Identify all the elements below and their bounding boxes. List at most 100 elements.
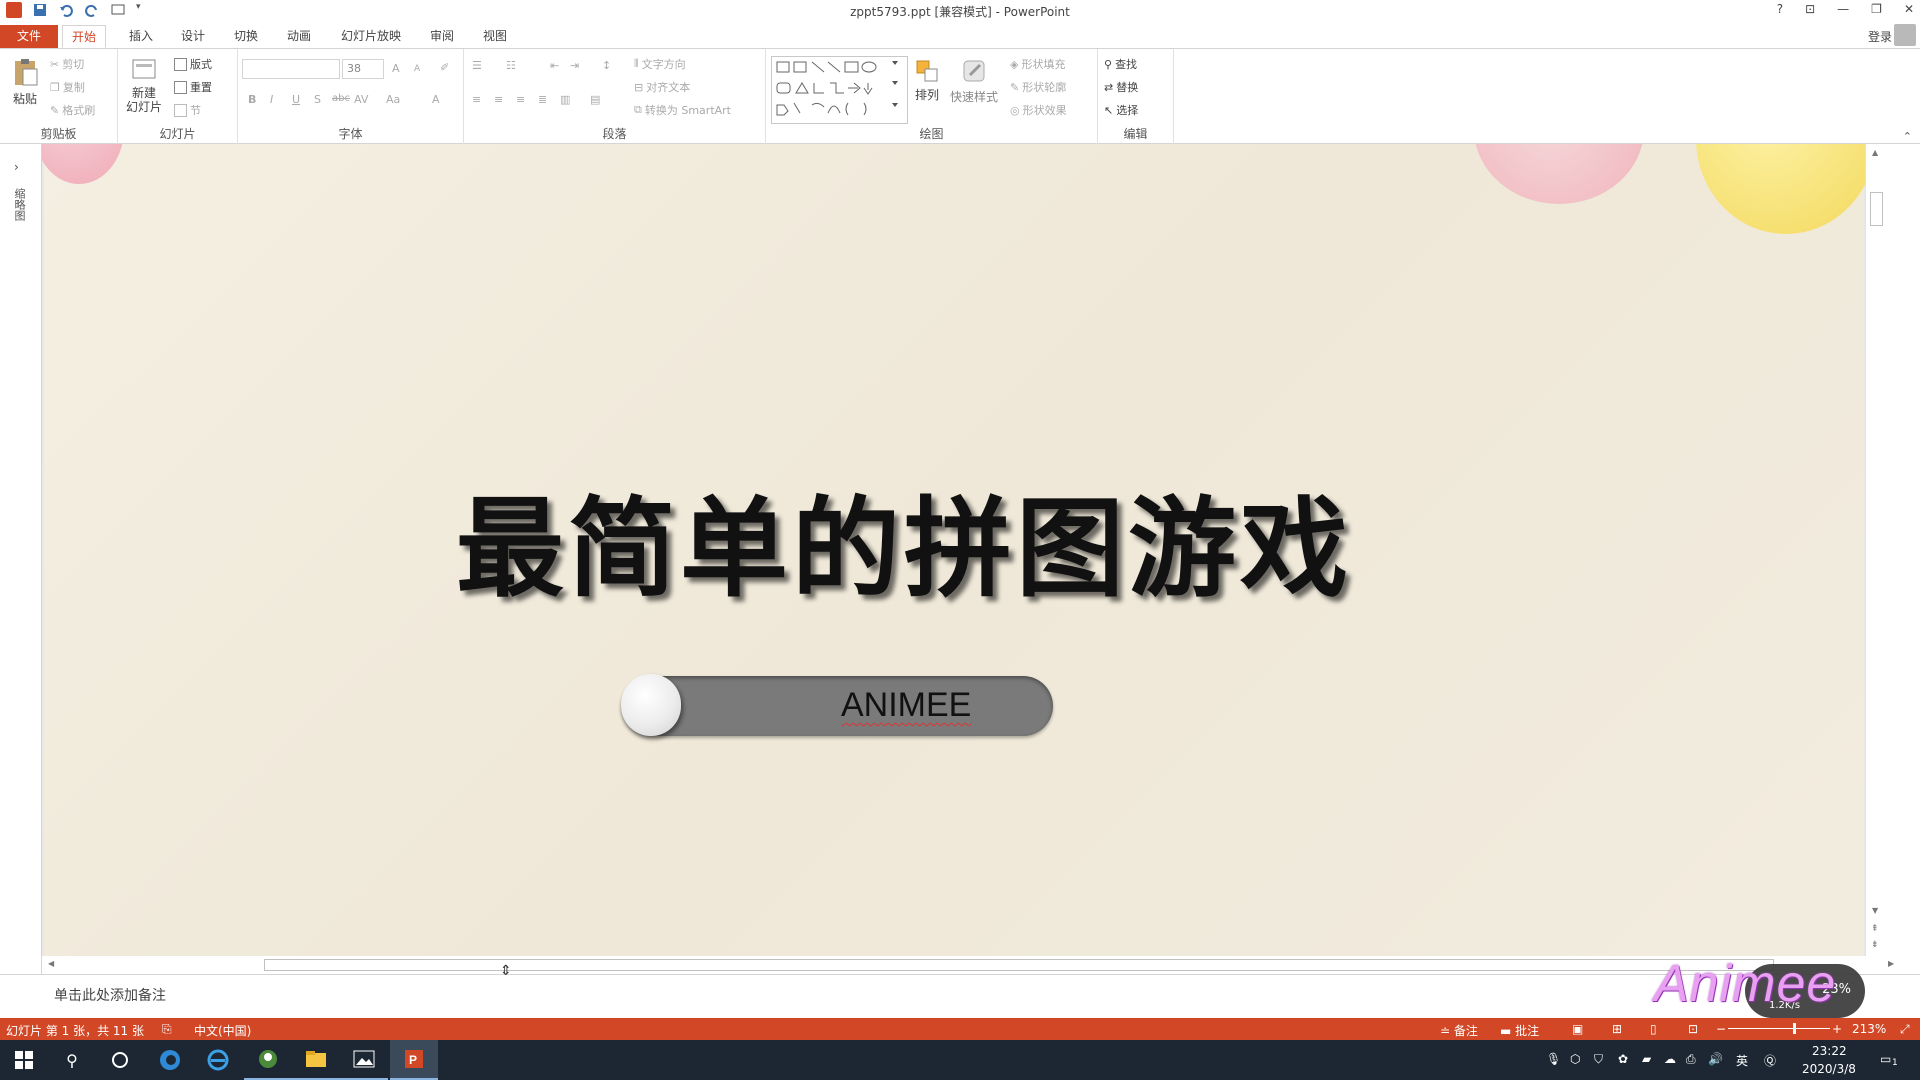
minimize-button[interactable]: — [1837, 2, 1849, 16]
bold-button[interactable]: B [248, 93, 256, 106]
scroll-up-icon[interactable]: ▲ [1872, 148, 1878, 157]
ribbon-display-icon[interactable]: ⊡ [1805, 2, 1815, 16]
slideshow-view-icon[interactable]: ⊡ [1688, 1022, 1698, 1036]
shape-outline-button[interactable]: ✎ 形状轮廓 [1010, 79, 1066, 95]
columns-icon[interactable]: ▤ [590, 93, 600, 106]
vertical-scroll-thumb[interactable] [1870, 192, 1883, 226]
tab-animations[interactable]: 动画 [278, 25, 320, 48]
bullets-icon[interactable]: ☰ [472, 59, 482, 72]
comments-toggle-button[interactable]: ▬ 批注 [1500, 1022, 1539, 1039]
find-button[interactable]: ⚲ 查找 [1104, 56, 1137, 72]
cut-button[interactable]: ✂ 剪切 [50, 56, 84, 72]
select-button[interactable]: ↖ 选择 [1104, 102, 1138, 118]
horizontal-scroll-thumb[interactable] [264, 959, 1774, 971]
tab-insert[interactable]: 插入 [120, 25, 162, 48]
microphone-icon[interactable]: 🎙 [1546, 1052, 1561, 1066]
language-indicator[interactable]: 中文(中国) [194, 1022, 251, 1039]
search-icon[interactable]: ⚲ [48, 1040, 96, 1080]
zoom-out-button[interactable]: − [1716, 1022, 1726, 1036]
zoom-level[interactable]: 213% [1852, 1022, 1886, 1036]
start-button[interactable] [0, 1040, 48, 1080]
format-painter-button[interactable]: ✎ 格式刷 [50, 102, 95, 118]
align-right-icon[interactable]: ≡ [516, 93, 525, 106]
shapes-gallery[interactable] [771, 56, 908, 124]
shield-icon[interactable]: ⛉ [1594, 1052, 1603, 1067]
shrink-font-button[interactable]: A [414, 64, 420, 74]
font-color-button[interactable]: A [432, 93, 440, 106]
nvidia-icon[interactable]: ▰ [1642, 1052, 1651, 1066]
spellcheck-icon[interactable]: ⎘ [162, 1022, 172, 1037]
previous-slide-icon[interactable]: ⇞ [1871, 924, 1879, 934]
tab-transitions[interactable]: 切换 [225, 25, 267, 48]
underline-button[interactable]: U [292, 93, 300, 106]
tray-app-icon[interactable]: ⬡ [1570, 1052, 1580, 1066]
tab-design[interactable]: 设计 [172, 25, 214, 48]
file-explorer-icon[interactable] [292, 1040, 340, 1080]
login-link[interactable]: 登录 [1868, 28, 1892, 45]
restore-button[interactable]: ❐ [1871, 2, 1882, 16]
notes-pane[interactable]: ⇕ 单击此处添加备注 [0, 963, 1920, 1018]
decrease-indent-icon[interactable]: ⇤ [550, 59, 559, 72]
notes-placeholder[interactable]: 单击此处添加备注 [54, 985, 166, 1005]
zoom-slider[interactable] [1728, 1028, 1830, 1029]
toggle-switch-track[interactable] [621, 676, 1053, 736]
slide-editor[interactable]: 最简单的拼图游戏 ANIMEE [42, 144, 1865, 956]
powerpoint-taskbar-icon[interactable]: P [390, 1040, 438, 1080]
vertical-scrollbar[interactable]: ▲ ▼ ⇞ ⇟ [1865, 144, 1887, 956]
replace-button[interactable]: ⇄ 替换 [1104, 79, 1138, 95]
photos-app-icon[interactable] [340, 1040, 388, 1080]
reset-button[interactable]: 重置 [174, 79, 212, 95]
tab-file[interactable]: 文件 [0, 25, 58, 48]
align-left-icon[interactable]: ≡ [472, 93, 481, 106]
paste-button[interactable]: 粘贴 [8, 57, 42, 107]
tray-cloud-icon[interactable]: ☁ [1664, 1052, 1676, 1066]
internet-explorer-icon[interactable] [194, 1040, 242, 1080]
line-spacing-icon[interactable]: ↕ [602, 59, 611, 72]
cortana-icon[interactable] [96, 1040, 144, 1080]
slide-title[interactable]: 最简单的拼图游戏 [456, 462, 1352, 618]
edge-browser-icon[interactable] [146, 1040, 194, 1080]
expand-thumbnails-icon[interactable]: › [14, 160, 19, 174]
volume-icon[interactable]: 🔊 [1708, 1052, 1723, 1066]
toggle-switch-knob[interactable] [621, 674, 681, 736]
grow-font-button[interactable]: A [392, 62, 400, 75]
app-green-icon[interactable] [244, 1040, 292, 1080]
collapse-ribbon-icon[interactable]: ⌃ [1903, 130, 1912, 143]
char-spacing-button[interactable]: AV [354, 93, 368, 106]
action-center-icon[interactable]: ▭ [1880, 1052, 1891, 1066]
user-avatar[interactable] [1894, 24, 1916, 46]
notes-toggle-button[interactable]: ≐ 备注 [1440, 1022, 1478, 1039]
tab-review[interactable]: 审阅 [421, 25, 463, 48]
slide-sorter-icon[interactable]: ⊞ [1612, 1022, 1622, 1036]
scroll-left-icon[interactable]: ◀ [48, 959, 54, 968]
justify-icon[interactable]: ≣ [538, 93, 547, 106]
thumbnail-pane-collapsed[interactable]: › 缩略图 [0, 144, 42, 980]
section-button[interactable]: 节 [174, 102, 201, 118]
copy-button[interactable]: ❐ 复制 [50, 79, 85, 95]
convert-smartart-button[interactable]: ⧉ 转换为 SmartArt [634, 102, 731, 118]
clock-time[interactable]: 23:22 [1812, 1044, 1847, 1058]
toggle-switch-label[interactable]: ANIMEE [841, 686, 971, 725]
strikethrough-button[interactable]: abc [332, 93, 350, 104]
italic-button[interactable]: I [270, 93, 273, 106]
distributed-icon[interactable]: ▥ [560, 93, 570, 106]
font-name-box[interactable] [242, 59, 340, 79]
tab-view[interactable]: 视图 [474, 25, 516, 48]
reading-view-icon[interactable]: ▯ [1650, 1022, 1657, 1036]
change-case-button[interactable]: Aa [386, 93, 400, 106]
align-center-icon[interactable]: ≡ [494, 93, 503, 106]
shape-fill-button[interactable]: ◈ 形状填充 [1010, 56, 1065, 72]
fit-slide-icon[interactable]: ⤢ [1900, 1022, 1910, 1037]
tab-home[interactable]: 开始 [62, 25, 107, 48]
clear-format-icon[interactable]: ✐ [440, 61, 449, 74]
ime-indicator[interactable]: 英 [1736, 1052, 1748, 1069]
zoom-in-button[interactable]: + [1832, 1022, 1842, 1036]
align-text-button[interactable]: ⊟ 对齐文本 [634, 79, 690, 95]
arrange-button[interactable]: 排列 [912, 59, 942, 103]
shadow-button[interactable]: S [314, 93, 321, 106]
zoom-slider-thumb[interactable] [1793, 1023, 1796, 1034]
normal-view-icon[interactable]: ▣ [1572, 1022, 1583, 1036]
slide-canvas[interactable]: 最简单的拼图游戏 ANIMEE [42, 144, 1865, 956]
tray-flower-icon[interactable]: ✿ [1618, 1052, 1628, 1066]
layout-button[interactable]: 版式 [174, 56, 212, 72]
